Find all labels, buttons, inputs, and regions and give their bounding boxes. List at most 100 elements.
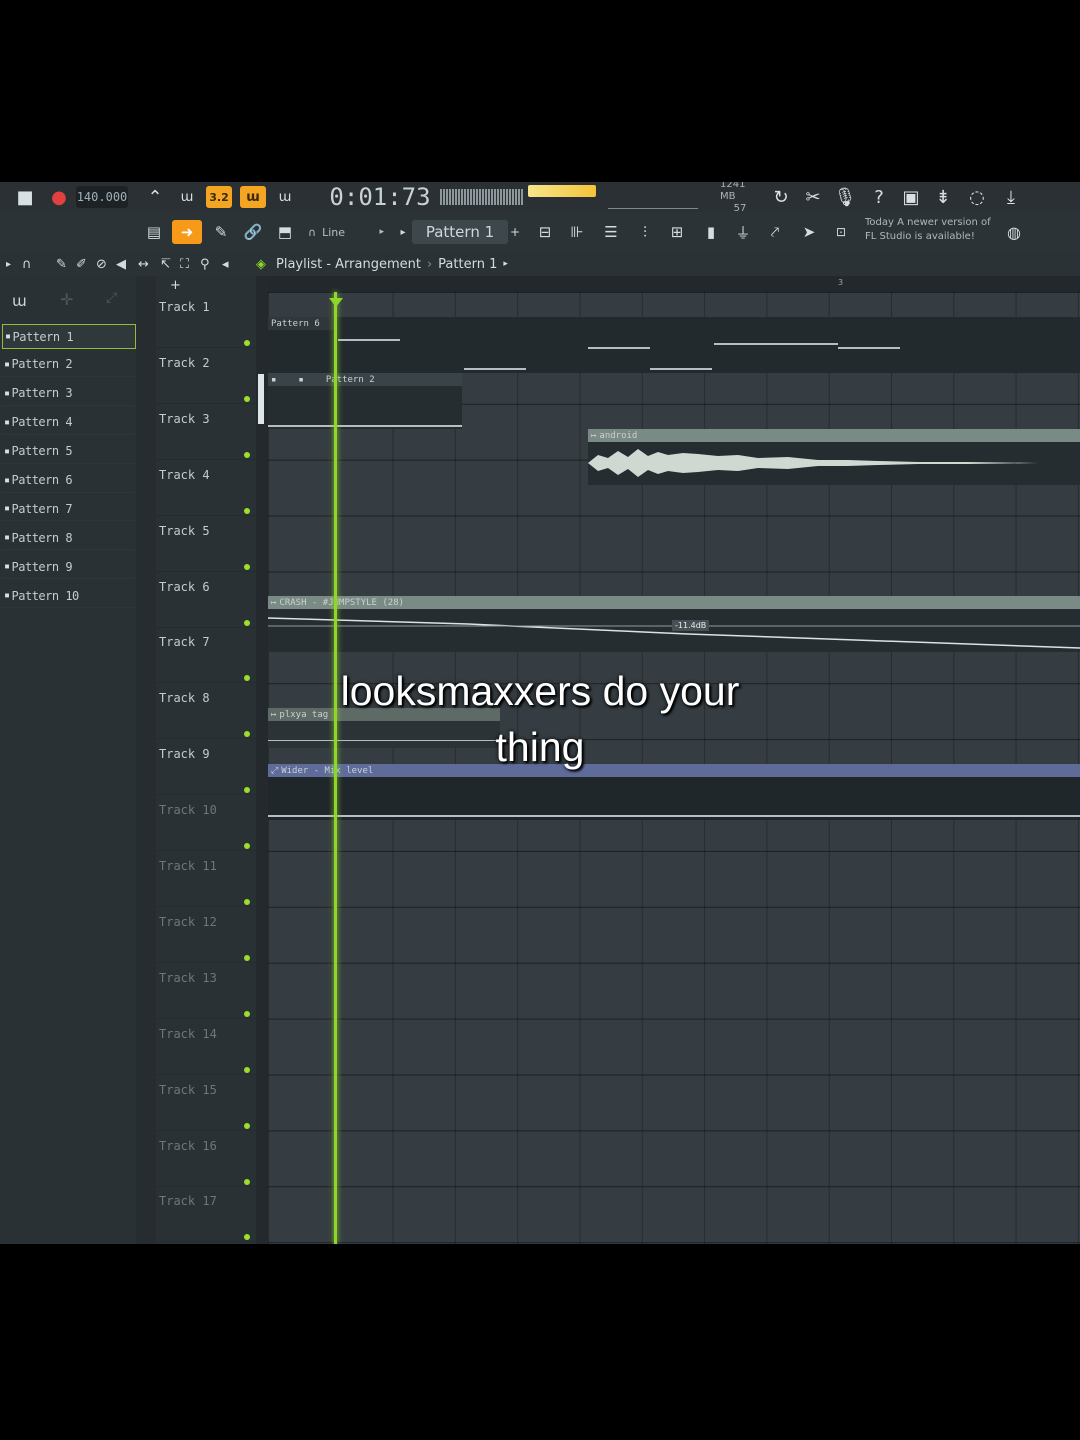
pattern-item[interactable]: ▪ Pattern 7 (2, 497, 134, 522)
link-icon[interactable]: ⤢ (106, 290, 117, 306)
browser-icon[interactable]: ⊞ (664, 220, 690, 244)
track-enable-dot[interactable] (244, 395, 250, 402)
track-label[interactable]: Track 12 (159, 915, 217, 929)
stamp-icon[interactable]: ⬒ (272, 220, 298, 244)
help-icon[interactable]: ? (866, 186, 892, 208)
chevron-right-icon[interactable]: ▸ (396, 220, 410, 244)
draw-tool-icon[interactable]: ✎ (208, 220, 234, 244)
globe-icon[interactable]: ◍ (1002, 220, 1026, 244)
zoom-icon[interactable]: ⚲ (200, 254, 210, 274)
clip-audio-android[interactable]: ↦ android (588, 429, 1080, 485)
clip-audio-crash[interactable]: ↦ CRASH - #JUMPSTYLE (28) -11.4dB (268, 596, 1080, 652)
track-label[interactable]: Track 3 (159, 412, 210, 426)
step-edit-icon[interactable]: ɯ (240, 186, 266, 208)
pattern-item[interactable]: ▪ Pattern 9 (2, 555, 134, 580)
track-enable-dot[interactable] (244, 340, 250, 346)
mixer-icon[interactable]: ⫶ (632, 220, 658, 244)
piano-roll-icon[interactable]: ▤ (140, 220, 168, 244)
track-enable-dot[interactable] (244, 731, 250, 738)
track-label[interactable]: Track 5 (159, 524, 210, 538)
track-enable-dot[interactable] (244, 1010, 250, 1017)
select-icon[interactable]: ⛶ (180, 254, 189, 274)
metronome-icon[interactable]: ⌃ (142, 186, 168, 208)
track-label[interactable]: Track 10 (159, 803, 217, 817)
track-label[interactable]: Track 14 (159, 1027, 217, 1041)
playback-icon[interactable]: ◂ (222, 254, 229, 274)
track-label[interactable]: Track 1 (159, 300, 210, 314)
track-label[interactable]: Track 7 (159, 635, 210, 649)
pencil-icon[interactable]: ✎ (56, 254, 67, 274)
mute-icon[interactable]: ◀ (116, 254, 126, 274)
track-label[interactable]: Track 11 (159, 859, 217, 873)
paint-icon[interactable]: ✐ (76, 254, 87, 274)
playhead-marker[interactable] (329, 298, 343, 307)
breadcrumb-title[interactable]: Playlist - Arrangement (276, 257, 421, 272)
track-enable-dot[interactable] (244, 899, 250, 905)
record-icon[interactable]: ● (46, 186, 72, 208)
track-enable-dot[interactable] (244, 563, 250, 570)
master-pitch-slider[interactable] (608, 184, 698, 209)
track-enable-dot[interactable] (244, 1234, 250, 1241)
tempo-tapper-icon[interactable]: ⤤ (762, 220, 788, 244)
link-icon[interactable]: 🔗 (240, 220, 266, 244)
shop-icon[interactable]: ⊡ (828, 220, 854, 244)
pattern-item[interactable]: ▪ Pattern 6 (2, 469, 134, 493)
save-icon[interactable]: ▣ (898, 186, 924, 208)
pattern-item[interactable]: ▪ Pattern 2 (2, 353, 134, 377)
track-enable-dot[interactable] (244, 1066, 250, 1073)
wait-input-icon[interactable]: ɯ (174, 186, 200, 208)
track-label[interactable]: Track 6 (159, 580, 210, 594)
add-pattern-icon[interactable]: + (508, 220, 522, 244)
clipboard-icon[interactable]: ▮ (698, 220, 724, 244)
track-label[interactable]: Track 15 (159, 1083, 217, 1097)
track-label[interactable]: Track 9 (159, 747, 210, 761)
plugin-icon[interactable]: ⏚ (730, 220, 756, 244)
pattern-item[interactable]: ▪ Pattern 1 (2, 324, 136, 349)
track-enable-dot[interactable] (244, 1122, 250, 1129)
update-notice[interactable]: Today A newer version of FL Studio is av… (865, 216, 1000, 244)
track-enable-dot[interactable] (244, 787, 250, 794)
add-icon[interactable]: ✛ (60, 290, 73, 309)
delete-icon[interactable]: ⊘ (96, 254, 107, 274)
send-icon[interactable]: ➤ (796, 220, 822, 244)
track-label[interactable]: Track 16 (159, 1139, 217, 1153)
track-label[interactable]: Track 17 (159, 1194, 217, 1208)
slip-icon[interactable]: ↔ (138, 254, 149, 274)
timeline-ruler[interactable]: 3 (268, 276, 1080, 292)
pattern-item[interactable]: ▪ Pattern 5 (2, 440, 134, 464)
snap-selector[interactable]: ∩ Line ▸ (304, 220, 388, 244)
breadcrumb-pattern[interactable]: Pattern 1 (438, 257, 497, 272)
cut-icon[interactable]: ✂ (800, 186, 826, 208)
add-track-icon[interactable]: + (170, 278, 181, 293)
slice-icon[interactable]: ↸ (160, 254, 171, 274)
microphone-icon[interactable]: 🎙 (832, 186, 858, 208)
stop-icon[interactable]: ■ (12, 186, 38, 208)
pattern-item[interactable]: ▪ Pattern 3 (2, 382, 134, 406)
pattern-song-toggle[interactable]: 3.2 (206, 186, 232, 208)
track-enable-dot[interactable] (244, 507, 250, 514)
track-enable-dot[interactable] (244, 1178, 250, 1185)
song-time[interactable]: 0:01:73 (329, 182, 430, 212)
picker-mode-icon[interactable]: ɯ (12, 292, 27, 310)
pattern-item[interactable]: ▪ Pattern 10 (2, 584, 134, 609)
picker-splitter[interactable] (136, 276, 156, 1244)
pattern-selector[interactable]: Pattern 1 (412, 220, 508, 244)
piano-roll-view-icon[interactable]: ⊪ (564, 220, 590, 244)
track-label[interactable]: Track 8 (159, 691, 210, 705)
track-enable-dot[interactable] (244, 451, 250, 458)
track-label[interactable]: Track 2 (159, 356, 210, 370)
pattern-item[interactable]: ▪ Pattern 8 (2, 526, 134, 551)
loop-record-icon[interactable]: ɯ (272, 186, 298, 208)
undo-history-icon[interactable]: ↻ (768, 186, 794, 208)
track-enable-dot[interactable] (244, 843, 250, 850)
track-enable-dot[interactable] (244, 954, 250, 961)
playlist-icon[interactable]: ⊟ (532, 220, 558, 244)
pattern-item[interactable]: ▪ Pattern 4 (2, 411, 134, 435)
track-label[interactable]: Track 13 (159, 971, 217, 985)
clip-pattern-6[interactable]: Pattern 6 (268, 317, 1080, 373)
track-enable-dot[interactable] (244, 619, 250, 626)
chat-icon[interactable]: ◌ (964, 186, 990, 208)
render-icon[interactable]: ⇟ (930, 186, 956, 208)
magnet-icon[interactable]: ∩ (22, 254, 32, 274)
tempo-display[interactable]: 140.000 (76, 186, 128, 208)
